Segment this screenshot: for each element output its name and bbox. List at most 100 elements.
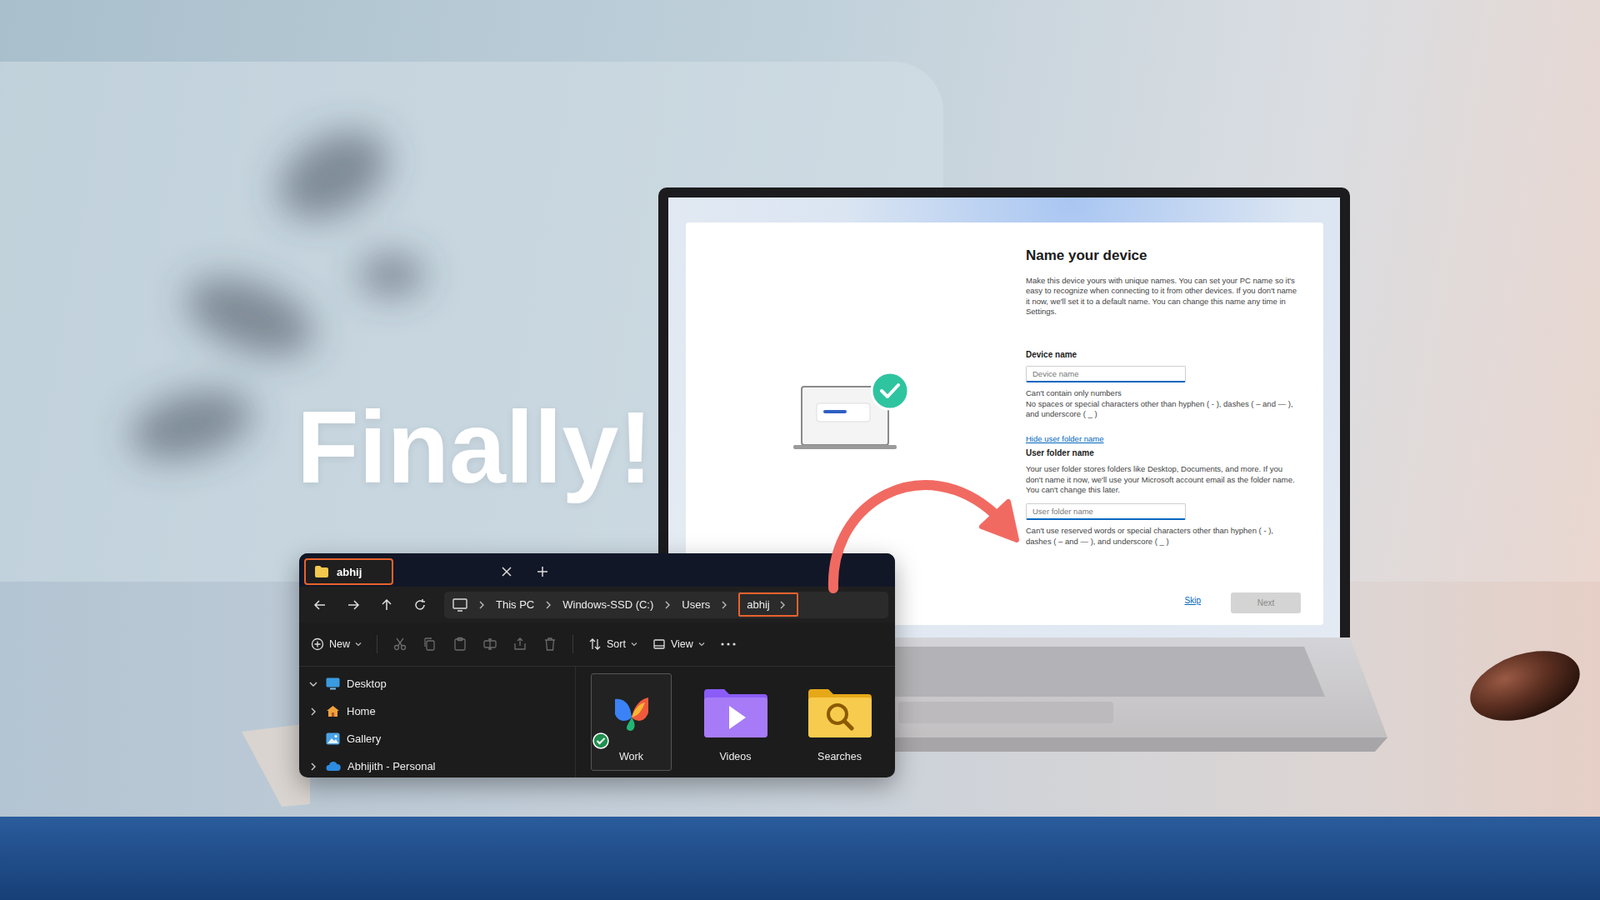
folder-item[interactable]: Videos bbox=[695, 673, 776, 771]
close-icon[interactable] bbox=[501, 566, 512, 577]
folder-label: Searches bbox=[817, 750, 862, 763]
tab-bar: abhij bbox=[299, 553, 895, 587]
folder-item[interactable]: Searches bbox=[799, 673, 880, 771]
chevron-icon bbox=[544, 600, 553, 610]
sidebar-label: Home bbox=[346, 705, 376, 718]
hint-text: No spaces or special characters other th… bbox=[1025, 399, 1301, 420]
menu-label: Sort bbox=[606, 638, 626, 650]
breadcrumb-item[interactable]: Users bbox=[681, 598, 710, 611]
breadcrumb-item[interactable]: This PC bbox=[495, 598, 535, 611]
mouse bbox=[1461, 638, 1590, 734]
gallery-icon bbox=[325, 732, 340, 745]
sidebar-item[interactable]: Abhijith - Personal bbox=[307, 755, 567, 777]
plus-icon[interactable] bbox=[536, 565, 549, 578]
sidebar-item[interactable]: Desktop bbox=[307, 673, 567, 695]
plus-circle-icon bbox=[310, 637, 325, 651]
primary-button[interactable]: Next bbox=[1230, 592, 1301, 614]
action-button[interactable] bbox=[422, 636, 438, 652]
user-folder-description: Your user folder stores folders like Des… bbox=[1025, 464, 1301, 495]
desktop-icon bbox=[325, 677, 340, 690]
action-button[interactable] bbox=[482, 636, 498, 652]
arrow-icon bbox=[0, 0, 1600, 900]
videos-folder-icon bbox=[702, 685, 770, 740]
synced-check-icon bbox=[592, 732, 610, 750]
expander[interactable] bbox=[307, 707, 320, 716]
searches-folder-icon bbox=[806, 685, 874, 740]
action-button[interactable] bbox=[512, 636, 528, 652]
breadcrumb-item[interactable]: Windows-SSD (C:) bbox=[562, 598, 654, 611]
action-icon bbox=[542, 636, 558, 652]
action-icon bbox=[512, 636, 528, 652]
menu-label: View bbox=[670, 638, 694, 650]
toolbar: New Sort View bbox=[299, 622, 895, 667]
chevron-icon bbox=[778, 600, 787, 610]
menu-label: New bbox=[329, 638, 350, 650]
folder-item[interactable]: Work bbox=[590, 673, 672, 771]
user-folder-label: User folder name bbox=[1025, 448, 1301, 458]
breadcrumb-label: Windows-SSD (C:) bbox=[562, 598, 654, 611]
sidebar-label: Gallery bbox=[346, 732, 381, 745]
file-explorer-window: abhij This PC Windows-SSD (C:) Users abh… bbox=[299, 553, 895, 778]
chevron-icon bbox=[663, 600, 672, 610]
new-menu-button[interactable]: New bbox=[310, 637, 362, 651]
device-form: Name your device Make this device yours … bbox=[1025, 222, 1301, 625]
expander[interactable] bbox=[307, 680, 320, 689]
chevron-down-icon bbox=[309, 680, 318, 689]
address-row: This PC Windows-SSD (C:) Users abhij bbox=[299, 586, 895, 623]
headline: Finally! bbox=[296, 391, 653, 504]
sidebar-item[interactable]: Gallery bbox=[307, 728, 567, 750]
action-button[interactable] bbox=[452, 636, 468, 652]
cloud-icon bbox=[325, 760, 341, 772]
dropdown-icon bbox=[355, 640, 362, 648]
user-folder-hint: Can't use reserved words or special char… bbox=[1025, 525, 1301, 547]
refresh-icon[interactable] bbox=[412, 597, 428, 613]
device-name-field[interactable] bbox=[1025, 365, 1186, 383]
link-button[interactable]: Skip bbox=[1180, 592, 1206, 609]
back-icon[interactable] bbox=[312, 597, 328, 613]
sidebar-item[interactable]: Home bbox=[307, 700, 567, 722]
folder-thumb bbox=[698, 677, 774, 748]
sidebar-label: Desktop bbox=[346, 677, 387, 690]
up-icon[interactable] bbox=[379, 597, 395, 613]
home-icon bbox=[325, 705, 340, 718]
tab[interactable]: abhij bbox=[304, 558, 394, 585]
action-icon bbox=[452, 636, 468, 652]
hint-text: Can't contain only numbers bbox=[1025, 388, 1301, 399]
view-menu-button[interactable]: View bbox=[652, 637, 705, 651]
dropdown-icon bbox=[630, 640, 638, 648]
breadcrumb-label: Users bbox=[681, 598, 710, 611]
sort-menu-button[interactable]: Sort bbox=[588, 637, 638, 651]
computer-icon bbox=[452, 598, 468, 612]
laptop-check-icon bbox=[793, 370, 919, 462]
breadcrumb-label: abhij bbox=[746, 598, 770, 611]
m365-logo-icon bbox=[608, 689, 655, 736]
setup-title: Name your device bbox=[1025, 247, 1301, 265]
hide-folder-link[interactable]: Hide user folder name bbox=[1025, 434, 1301, 444]
view-icon bbox=[652, 637, 666, 651]
button-row: Skip Next bbox=[1025, 592, 1301, 614]
breadcrumb-item[interactable]: abhij bbox=[738, 592, 798, 617]
bottom-band bbox=[0, 816, 1600, 900]
forward-icon[interactable] bbox=[345, 597, 361, 613]
breadcrumb-label: This PC bbox=[495, 598, 535, 611]
folder-label: Work bbox=[619, 750, 644, 763]
device-name-label: Device name bbox=[1025, 350, 1301, 360]
chevron-icon bbox=[477, 600, 486, 610]
explorer-body: Desktop Home Gallery Abhijith - Personal… bbox=[299, 666, 895, 778]
thumbnail: Name your device Make this device yours … bbox=[0, 0, 1600, 900]
action-button[interactable] bbox=[392, 636, 408, 652]
more-icon[interactable] bbox=[720, 641, 737, 647]
intro-text: Make this device yours with unique names… bbox=[1025, 275, 1301, 317]
action-icon bbox=[482, 636, 498, 652]
device-name-hints: Can't contain only numbersNo spaces or s… bbox=[1025, 388, 1301, 420]
chevron-right-icon bbox=[309, 707, 318, 716]
tab-label: abhij bbox=[336, 565, 362, 579]
nav-buttons bbox=[305, 597, 435, 613]
address-bar[interactable]: This PC Windows-SSD (C:) Users abhij bbox=[444, 591, 889, 619]
dropdown-icon bbox=[698, 640, 705, 648]
user-folder-field[interactable] bbox=[1025, 503, 1186, 520]
folder-thumb bbox=[594, 677, 670, 748]
action-icon bbox=[392, 636, 408, 652]
action-button[interactable] bbox=[542, 636, 558, 652]
expander[interactable] bbox=[307, 762, 320, 771]
